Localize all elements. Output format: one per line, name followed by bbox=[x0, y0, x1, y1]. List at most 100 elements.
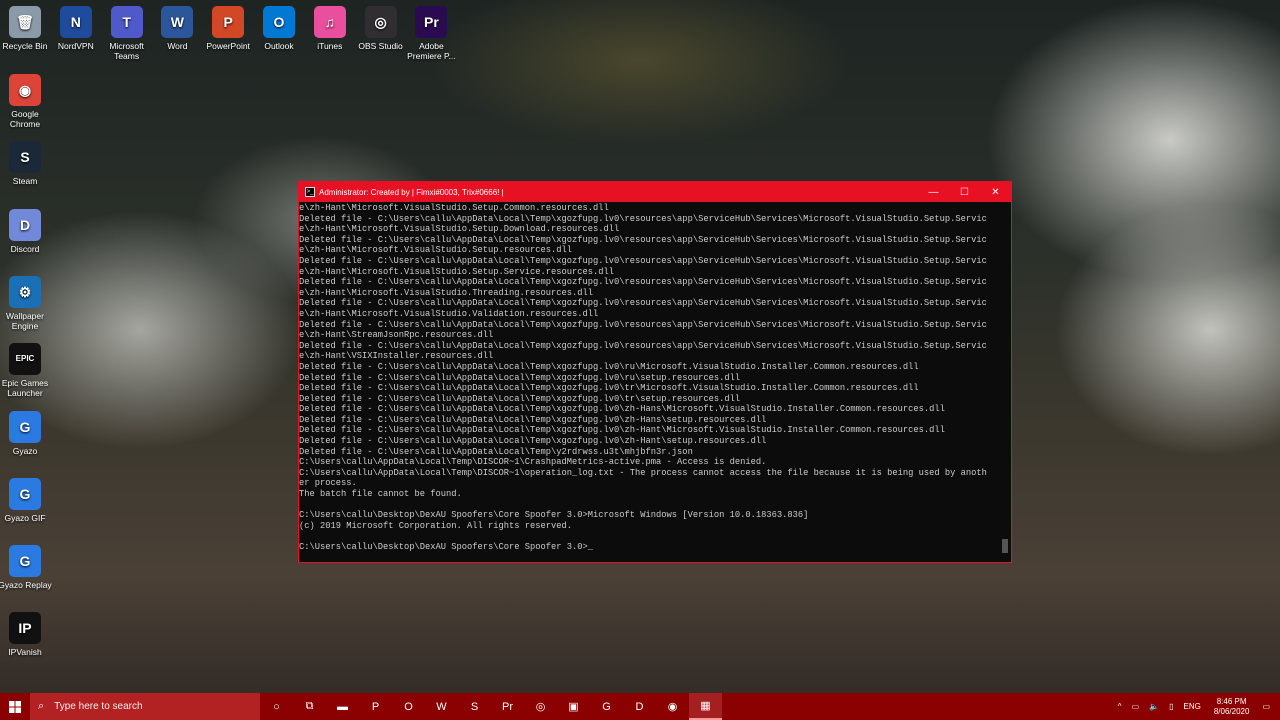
taskbar-file-explorer-icon[interactable]: ▬ bbox=[326, 693, 359, 720]
console-line: Deleted file - C:\Users\callu\AppData\Lo… bbox=[299, 361, 919, 372]
premiere-icon: Pr bbox=[502, 700, 513, 713]
taskbar-word-icon[interactable]: W bbox=[425, 693, 458, 720]
file-explorer-icon: ▬ bbox=[337, 700, 348, 713]
close-button[interactable]: ✕ bbox=[980, 182, 1011, 202]
desktop-icon-label: Gyazo Replay bbox=[0, 580, 52, 591]
taskbar-powerpoint-icon[interactable]: P bbox=[359, 693, 392, 720]
steam-icon: S bbox=[9, 141, 41, 174]
console-line: e\zh-Hant\StreamJsonRpc.resources.dll bbox=[299, 330, 494, 341]
notification-center-icon[interactable]: ▭ bbox=[1262, 702, 1270, 711]
tray-chevron-icon[interactable]: ^ bbox=[1118, 702, 1122, 711]
desktop-icon-premiere[interactable]: Pr Adobe Premiere P... bbox=[400, 6, 462, 61]
cortana-icon: ○ bbox=[273, 700, 280, 713]
taskbar-terminal-icon[interactable]: ▣ bbox=[557, 693, 590, 720]
powerpoint-icon: P bbox=[212, 6, 245, 38]
console-output[interactable]: e\zh-Hant\Microsoft.VisualStudio.Setup.C… bbox=[299, 203, 999, 561]
desktop-icon-steam[interactable]: S Steam bbox=[0, 141, 56, 186]
taskbar-steam-icon[interactable]: S bbox=[458, 693, 491, 720]
obs-icon: ◎ bbox=[535, 701, 546, 713]
teams-icon: T bbox=[110, 6, 143, 38]
steam-icon: S bbox=[470, 700, 479, 713]
gyazo-icon: G bbox=[602, 700, 611, 713]
console-line: Deleted file - C:\Users\callu\AppData\Lo… bbox=[299, 372, 741, 383]
desktop-icon-gyazo-replay[interactable]: G Gyazo Replay bbox=[0, 545, 56, 590]
minimize-button[interactable]: — bbox=[918, 182, 949, 202]
window-titlebar[interactable]: >_ Administrator: Created by | Fimxi#000… bbox=[299, 182, 1011, 202]
taskbar-outlook-icon[interactable]: O bbox=[392, 693, 425, 720]
maximize-button[interactable]: ☐ bbox=[949, 182, 980, 202]
taskbar-chrome-icon[interactable]: ◉ bbox=[656, 693, 689, 720]
volume-icon[interactable]: 🔈 bbox=[1149, 702, 1159, 711]
console-line: e\zh-Hant\Microsoft.VisualStudio.Setup.C… bbox=[299, 203, 609, 213]
console-scrollbar[interactable] bbox=[999, 203, 1011, 561]
desktop-icon-discord[interactable]: D Discord bbox=[0, 208, 56, 254]
console-line: e\zh-Hant\Microsoft.VisualStudio.Setup.D… bbox=[299, 224, 620, 235]
taskbar-discord-icon[interactable]: D bbox=[623, 693, 656, 720]
console-line: Deleted file - C:\Users\callu\AppData\Lo… bbox=[299, 319, 987, 330]
taskbar: ⌕ Type here to search ○ ⧉ ▬ P O W S Pr ◎ ▣ G D ◉ ▦ ^ … bbox=[0, 693, 1280, 720]
desktop-icon-chrome[interactable]: ◉ Google Chrome bbox=[0, 74, 56, 129]
console-line: Deleted file - C:\Users\callu\AppData\Lo… bbox=[299, 393, 741, 404]
windows-logo-icon bbox=[9, 700, 21, 713]
taskbar-obs-icon[interactable]: ◎ bbox=[524, 693, 557, 720]
task-view-icon: ⧉ bbox=[305, 700, 314, 712]
outlook-icon: O bbox=[263, 6, 295, 38]
desktop-icon-gyazo[interactable]: G Gyazo bbox=[0, 410, 56, 456]
network-icon[interactable]: ▭ bbox=[1132, 702, 1140, 711]
console-line: e\zh-Hant\Microsoft.VisualStudio.Setup.S… bbox=[299, 266, 615, 277]
taskbar-cmd-icon[interactable]: ▦ bbox=[689, 693, 722, 720]
search-icon: ⌕ bbox=[38, 700, 45, 712]
obs-icon: ◎ bbox=[364, 6, 397, 38]
console-line: Deleted file - C:\Users\callu\AppData\Lo… bbox=[299, 446, 693, 457]
clock[interactable]: 8:46 PM 8/06/2020 bbox=[1214, 697, 1250, 717]
console-line: Deleted file - C:\Users\callu\AppData\Lo… bbox=[299, 234, 987, 245]
console-line: The batch file cannot be found. bbox=[299, 489, 462, 500]
gyazo-icon: G bbox=[9, 410, 41, 443]
start-button[interactable] bbox=[0, 693, 30, 720]
taskbar-cortana-icon[interactable]: ○ bbox=[260, 693, 293, 720]
cmd-icon: ▦ bbox=[700, 700, 711, 712]
desktop-icon-label: Steam bbox=[12, 176, 38, 187]
desktop-icon-ipvanish[interactable]: IP IPVanish bbox=[0, 612, 56, 657]
console-line: (c) 2019 Microsoft Corporation. All righ… bbox=[299, 520, 573, 531]
console-line: Deleted file - C:\Users\callu\AppData\Lo… bbox=[299, 404, 945, 415]
desktop-icon-label: IPVanish bbox=[8, 647, 42, 658]
desktop-icon-epic-games[interactable]: EPIC Epic Games Launcher bbox=[0, 343, 56, 398]
powerpoint-icon: P bbox=[371, 700, 380, 713]
console-line: e\zh-Hant\Microsoft.VisualStudio.Threadi… bbox=[299, 287, 594, 298]
word-icon: W bbox=[436, 700, 447, 713]
desktop-icon-gyazo-gif[interactable]: G Gyazo GIF bbox=[0, 477, 56, 523]
taskbar-task-view-icon[interactable]: ⧉ bbox=[293, 693, 326, 720]
scrollbar-thumb[interactable] bbox=[1002, 539, 1008, 553]
command-prompt-window[interactable]: >_ Administrator: Created by | Fimxi#000… bbox=[298, 181, 1012, 563]
console-line: er process. bbox=[299, 478, 357, 489]
gyazo-replay-icon: G bbox=[9, 545, 41, 578]
clock-date: 8/06/2020 bbox=[1213, 706, 1250, 716]
system-tray: ^ ▭ 🔈 ▯ ENG 8:46 PM 8/06/2020 ▭ bbox=[1113, 693, 1280, 720]
taskbar-search-box[interactable]: ⌕ Type here to search bbox=[30, 693, 260, 720]
console-line: e\zh-Hant\Microsoft.VisualStudio.Setup.r… bbox=[299, 245, 573, 256]
recycle-bin-icon: 🗑 bbox=[9, 6, 41, 38]
window-title: Administrator: Created by | Fimxi#0003, … bbox=[319, 187, 504, 197]
epic-games-icon: EPIC bbox=[9, 343, 41, 376]
language-indicator[interactable]: ENG bbox=[1184, 702, 1201, 711]
ipvanish-icon: IP bbox=[9, 612, 41, 645]
desktop-icon-wallpaper-engine[interactable]: ⚙ Wallpaper Engine bbox=[0, 275, 56, 331]
desktop-icon-label: Google Chrome bbox=[9, 109, 41, 129]
battery-icon[interactable]: ▯ bbox=[1169, 702, 1173, 711]
wallpaper-engine-icon: ⚙ bbox=[9, 275, 41, 308]
console-line: C:\Users\callu\AppData\Local\Temp\DISCOR… bbox=[299, 457, 767, 468]
clock-time: 8:46 PM bbox=[1216, 696, 1247, 706]
taskbar-gyazo-icon[interactable]: G bbox=[590, 693, 623, 720]
console-line: e\zh-Hant\Microsoft.VisualStudio.Validat… bbox=[299, 308, 599, 319]
taskbar-premiere-icon[interactable]: Pr bbox=[491, 693, 524, 720]
discord-icon: D bbox=[9, 208, 41, 241]
desktop-icon-label: Discord bbox=[10, 243, 40, 254]
premiere-icon: Pr bbox=[415, 6, 448, 38]
outlook-icon: O bbox=[404, 700, 413, 713]
nordvpn-icon: N bbox=[59, 6, 92, 38]
discord-icon: D bbox=[635, 700, 644, 713]
console-line: e\zh-Hant\VSIXInstaller.resources.dll bbox=[299, 351, 494, 362]
